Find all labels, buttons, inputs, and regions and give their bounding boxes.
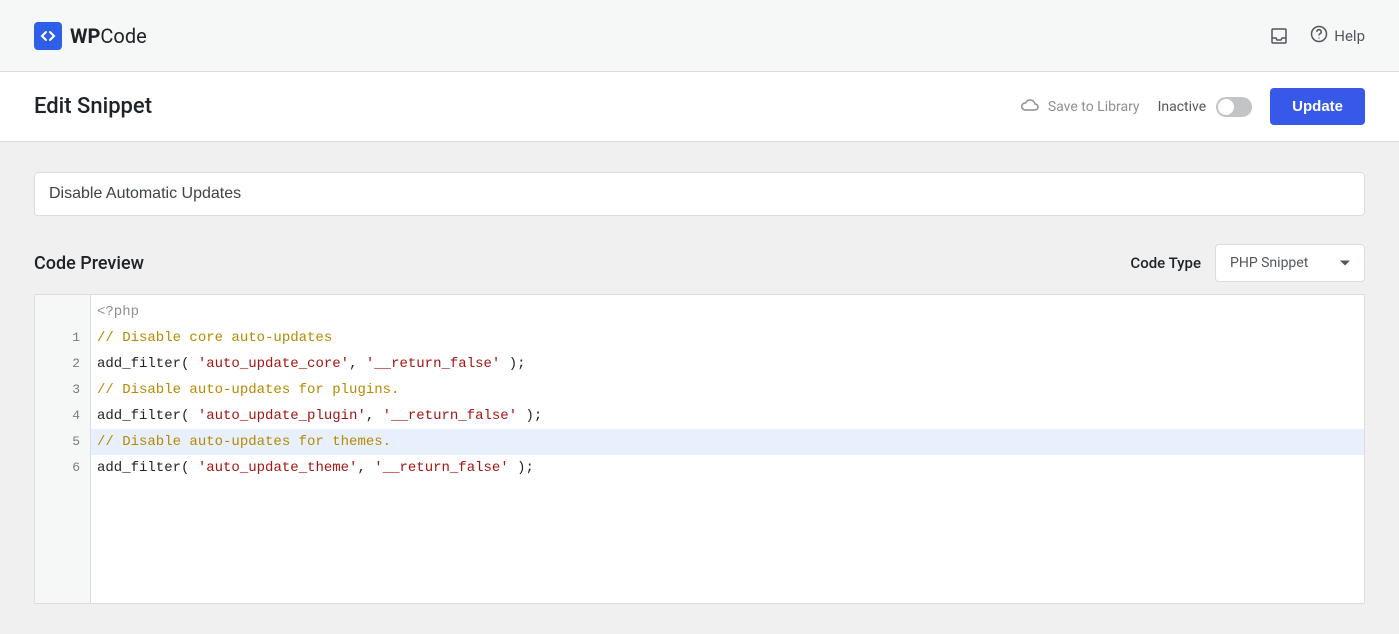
save-to-library-button[interactable]: Save to Library [1020, 97, 1140, 117]
help-icon [1310, 25, 1328, 47]
page-title: Edit Snippet [34, 94, 152, 119]
inbox-icon[interactable] [1270, 27, 1288, 45]
code-line: add_filter( 'auto_update_core', '__retur… [91, 351, 1364, 377]
code-editor[interactable]: 1 2 3 4 5 6 <?php // Disable core auto-u… [34, 294, 1365, 604]
code-type-select[interactable]: PHP Snippet [1215, 244, 1365, 282]
status-group: Inactive [1158, 97, 1253, 117]
snippet-title-input[interactable] [34, 172, 1365, 216]
help-label: Help [1334, 27, 1365, 45]
help-link[interactable]: Help [1310, 25, 1365, 47]
code-line: // Disable auto-updates for themes. [91, 429, 1364, 455]
update-button[interactable]: Update [1270, 88, 1365, 125]
code-type-label: Code Type [1130, 254, 1201, 272]
code-line: // Disable auto-updates for plugins. [91, 377, 1364, 403]
content: Code Preview Code Type PHP Snippet 1 2 3… [0, 142, 1399, 634]
line-number: 1 [35, 325, 90, 351]
code-type-value: PHP Snippet [1230, 255, 1308, 271]
preview-header: Code Preview Code Type PHP Snippet [34, 244, 1365, 282]
code-area[interactable]: <?php // Disable core auto-updates add_f… [91, 295, 1364, 603]
code-preview-heading: Code Preview [34, 253, 144, 274]
status-label: Inactive [1158, 99, 1207, 115]
cloud-icon [1020, 97, 1040, 117]
subheader: Edit Snippet Save to Library Inactive Up… [0, 72, 1399, 142]
active-toggle[interactable] [1216, 97, 1252, 117]
line-number: 6 [35, 455, 90, 481]
line-number: 5 [35, 429, 90, 455]
top-header: WPCode Help [0, 0, 1399, 72]
line-number: 4 [35, 403, 90, 429]
logo-icon [34, 22, 62, 50]
gutter: 1 2 3 4 5 6 [35, 295, 91, 603]
code-line: <?php [91, 299, 1364, 325]
save-to-library-label: Save to Library [1048, 99, 1140, 115]
line-number: 2 [35, 351, 90, 377]
code-line: // Disable core auto-updates [91, 325, 1364, 351]
code-line: add_filter( 'auto_update_theme', '__retu… [91, 455, 1364, 481]
logo[interactable]: WPCode [34, 22, 147, 50]
logo-text: WPCode [70, 24, 147, 48]
code-line: add_filter( 'auto_update_plugin', '__ret… [91, 403, 1364, 429]
line-number: 3 [35, 377, 90, 403]
chevron-down-icon [1340, 261, 1350, 266]
